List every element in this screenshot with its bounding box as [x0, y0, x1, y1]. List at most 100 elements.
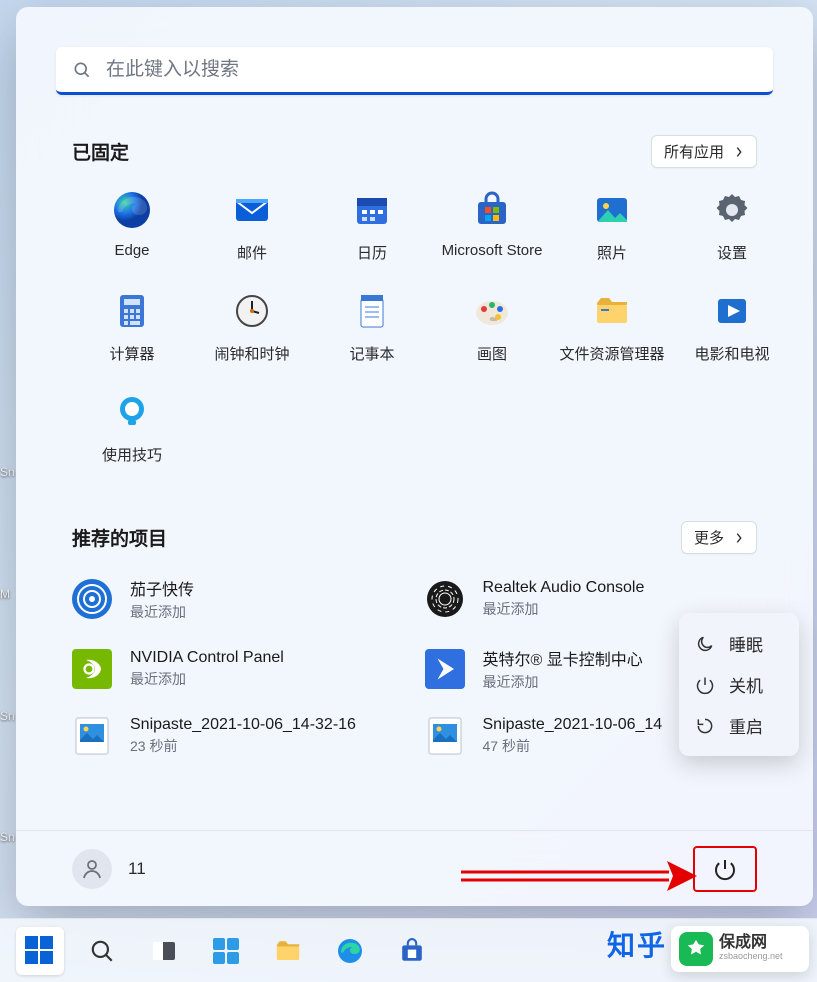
paint-icon	[472, 291, 512, 331]
reco-sub: 最近添加	[130, 669, 284, 689]
search-input[interactable]	[106, 59, 757, 81]
user-account-button[interactable]: 11	[72, 849, 146, 889]
background-text: 知乎	[607, 924, 667, 964]
app-movies-tv[interactable]: 电影和电视	[672, 291, 792, 364]
power-sleep-label: 睡眠	[729, 631, 763, 656]
movies-icon	[712, 291, 752, 331]
desktop-label: Sn	[0, 830, 15, 844]
app-mail[interactable]: 邮件	[192, 190, 312, 263]
app-msstore[interactable]: Microsoft Store	[432, 190, 552, 263]
power-sleep[interactable]: 睡眠	[679, 623, 799, 664]
app-label: 照片	[597, 242, 627, 263]
reco-sub: 最近添加	[483, 672, 643, 692]
search-section	[16, 7, 813, 105]
pinned-title: 已固定	[72, 138, 129, 165]
app-label: 设置	[717, 242, 747, 263]
reco-item-nvidia[interactable]: NVIDIA Control Panel 最近添加	[72, 646, 405, 692]
taskbar-edge[interactable]	[326, 927, 374, 975]
app-label: 闹钟和时钟	[214, 343, 289, 364]
recommended-header: 推荐的项目 更多	[16, 465, 813, 560]
moon-icon	[695, 634, 715, 654]
app-label: 日历	[357, 242, 387, 263]
edge-icon	[335, 936, 365, 966]
app-paint[interactable]: 画图	[432, 291, 552, 364]
widgets-icon	[212, 937, 240, 965]
clock-icon	[232, 291, 272, 331]
edge-icon	[112, 190, 152, 230]
shareit-icon	[72, 579, 112, 619]
app-alarms[interactable]: 闹钟和时钟	[192, 291, 312, 364]
annotation-arrow	[459, 857, 699, 897]
app-label: 画图	[477, 343, 507, 364]
nvidia-icon	[72, 649, 112, 689]
start-menu: 已固定 所有应用 Edge 邮件 日历	[16, 7, 813, 906]
search-box[interactable]	[56, 47, 773, 95]
power-icon	[713, 857, 737, 881]
power-shutdown[interactable]: 关机	[679, 664, 799, 705]
search-icon	[89, 938, 115, 964]
windows-logo-icon	[25, 936, 55, 966]
app-edge[interactable]: Edge	[72, 190, 192, 263]
app-label: 计算器	[109, 343, 154, 364]
taskbar-taskview-button[interactable]	[140, 927, 188, 975]
mail-icon	[232, 190, 272, 230]
app-label: 邮件	[237, 242, 267, 263]
more-button[interactable]: 更多	[681, 521, 757, 554]
taskbar-search-button[interactable]	[78, 927, 126, 975]
reco-title: NVIDIA Control Panel	[130, 649, 284, 667]
app-file-explorer[interactable]: 文件资源管理器	[552, 291, 672, 364]
watermark-url: zsbaocheng.net	[719, 953, 783, 962]
taskbar-widgets-button[interactable]	[202, 927, 250, 975]
lightbulb-icon	[112, 392, 152, 432]
app-label: 文件资源管理器	[559, 343, 664, 364]
reco-item-snipaste1[interactable]: Snipaste_2021-10-06_14-32-1623 秒前	[72, 716, 405, 756]
store-icon	[472, 190, 512, 230]
chevron-right-icon	[734, 531, 744, 545]
reco-item-qiezi[interactable]: 茄子快传最近添加	[72, 576, 405, 622]
reco-title: 英特尔® 显卡控制中心	[483, 646, 643, 670]
restart-icon	[695, 716, 715, 736]
app-photos[interactable]: 照片	[552, 190, 672, 263]
app-settings[interactable]: 设置	[672, 190, 792, 263]
reco-sub: 最近添加	[130, 602, 194, 622]
reco-title: Realtek Audio Console	[483, 579, 645, 597]
app-notepad[interactable]: 记事本	[312, 291, 432, 364]
realtek-icon	[425, 579, 465, 619]
taskview-icon	[151, 938, 177, 964]
power-menu: 睡眠 关机 重启	[679, 613, 799, 756]
app-tips[interactable]: 使用技巧	[72, 392, 192, 465]
app-label: 电影和电视	[694, 343, 769, 364]
user-name: 11	[128, 859, 146, 879]
power-button[interactable]	[693, 846, 757, 892]
reco-title: 茄子快传	[130, 576, 194, 600]
watermark-title: 保成网	[719, 935, 790, 952]
pinned-header: 已固定 所有应用	[16, 105, 813, 174]
taskbar-msstore[interactable]	[388, 927, 436, 975]
desktop-label: Sn	[0, 709, 15, 723]
power-restart[interactable]: 重启	[679, 705, 799, 746]
taskbar-start-button[interactable]	[16, 927, 64, 975]
pinned-grid: Edge 邮件 日历 Microsoft Store 照片	[16, 174, 813, 465]
all-apps-label: 所有应用	[664, 141, 724, 162]
taskbar-file-explorer[interactable]	[264, 927, 312, 975]
app-calculator[interactable]: 计算器	[72, 291, 192, 364]
image-file-icon	[72, 716, 112, 756]
calculator-icon	[112, 291, 152, 331]
search-icon	[72, 60, 92, 80]
app-label: 使用技巧	[102, 444, 162, 465]
all-apps-button[interactable]: 所有应用	[651, 135, 757, 168]
store-icon	[398, 937, 426, 965]
recommended-title: 推荐的项目	[72, 524, 167, 551]
app-calendar[interactable]: 日历	[312, 190, 432, 263]
app-label: Microsoft Store	[442, 242, 543, 259]
power-icon	[695, 675, 715, 695]
reco-sub: 47 秒前	[483, 736, 663, 756]
reco-title: Snipaste_2021-10-06_14-32-16	[130, 716, 356, 734]
power-shutdown-label: 关机	[729, 672, 763, 697]
desktop-label: Sn	[0, 465, 15, 479]
reco-sub: 最近添加	[483, 599, 645, 619]
gear-icon	[712, 190, 752, 230]
chevron-right-icon	[734, 145, 744, 159]
folder-icon	[273, 936, 303, 966]
watermark-logo	[679, 932, 713, 966]
